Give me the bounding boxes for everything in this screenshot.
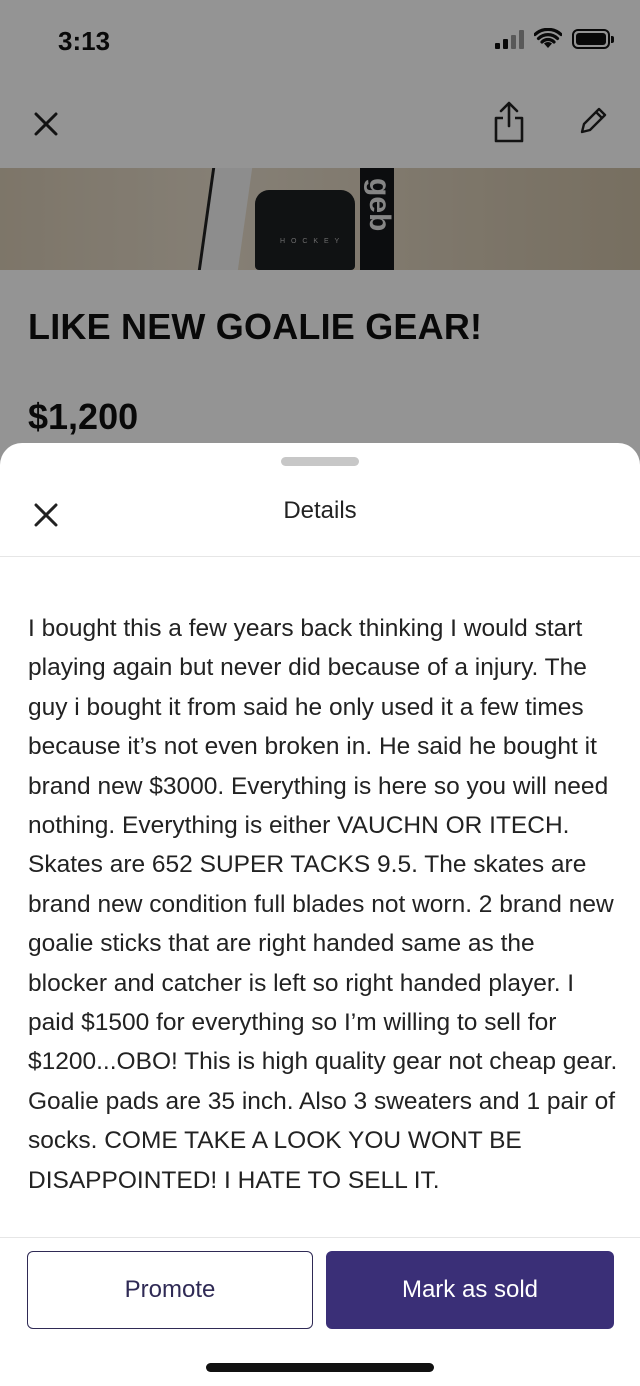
sheet-title: Details (283, 497, 357, 524)
details-sheet: Details I bought this a few years back t… (0, 443, 640, 1386)
mark-as-sold-button[interactable]: Mark as sold (326, 1251, 614, 1329)
home-indicator (206, 1363, 434, 1372)
listing-description: I bought this a few years back thinking … (28, 615, 618, 1194)
promote-button[interactable]: Promote (27, 1251, 313, 1329)
footer-divider (0, 1237, 640, 1238)
sheet-header: Details (0, 473, 640, 557)
sheet-grabber[interactable] (281, 457, 359, 466)
